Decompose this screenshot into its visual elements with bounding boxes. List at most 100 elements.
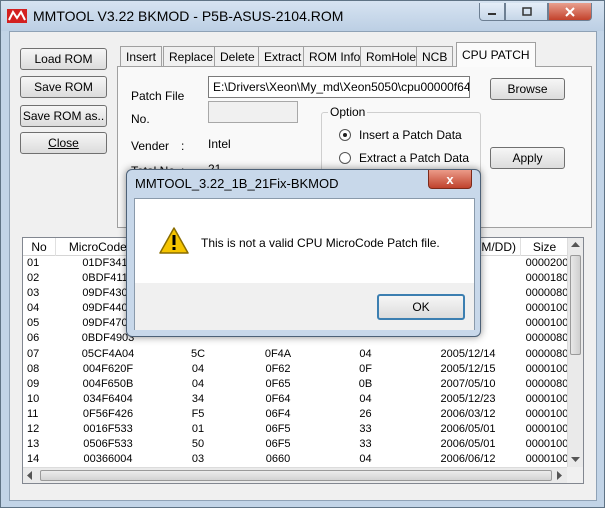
cell-date: 2005/12/14	[440, 347, 496, 360]
cell-no: 12	[27, 423, 40, 436]
tab-rom-info[interactable]: ROM Info	[303, 46, 367, 66]
browse-button[interactable]: Browse	[490, 78, 565, 100]
tab-insert[interactable]: Insert	[120, 46, 163, 66]
cell-date: 2006/03/12	[440, 407, 496, 420]
cell-no: 01	[27, 257, 40, 269]
extract-patch-radio[interactable]	[339, 152, 351, 164]
option-legend: Option	[328, 105, 368, 119]
horizontal-scroll-thumb[interactable]	[40, 470, 552, 481]
cell-no: 10	[27, 392, 40, 405]
cell-microcode-id: 05CF4A04	[81, 347, 135, 360]
save-rom-as-button[interactable]: Save ROM as..	[20, 105, 107, 127]
cell-size: 0000180	[525, 272, 569, 285]
dialog-close-button[interactable]: x	[428, 170, 472, 189]
app-logo-icon	[7, 9, 27, 23]
cell-col5: 33	[359, 423, 372, 436]
col-size[interactable]: Size	[521, 238, 569, 256]
table-row[interactable]: 10 034F6404 34 0F64 04 2005/12/23 0000100	[23, 392, 569, 407]
minimize-button[interactable]	[479, 3, 505, 21]
cell-size: 0000100	[525, 407, 569, 420]
apply-button[interactable]: Apply	[490, 147, 565, 169]
cell-date: 2006/05/01	[440, 423, 496, 436]
maximize-button[interactable]	[505, 3, 548, 21]
cell-no: 05	[27, 317, 40, 330]
cell-microcode-id: 004F620F	[82, 362, 134, 375]
cell-size: 0000080	[525, 347, 569, 360]
scroll-down-icon[interactable]	[571, 457, 580, 463]
load-rom-button[interactable]: Load ROM	[20, 48, 107, 70]
tab-delete[interactable]: Delete	[214, 46, 261, 66]
cell-size: 0000100	[525, 392, 569, 405]
scroll-right-icon[interactable]	[557, 471, 563, 480]
cell-size: 0000080	[525, 287, 569, 300]
insert-patch-radio[interactable]	[339, 129, 351, 141]
vender-colon: :	[181, 139, 185, 153]
cell-size: 0000100	[525, 302, 569, 315]
window-close-button[interactable]	[548, 3, 592, 21]
tab-romhole[interactable]: RomHole	[360, 46, 423, 66]
cell-col5: 04	[359, 392, 372, 405]
cell-no: 14	[27, 453, 40, 466]
cell-microcode-id: 0F56F426	[82, 407, 134, 420]
table-row[interactable]: 14 00366004 03 0660 04 2006/06/12 0000100	[23, 452, 569, 467]
cell-col3: 03	[191, 453, 205, 466]
cell-col5: 0F	[359, 362, 372, 375]
table-row[interactable]: 09 004F650B 04 0F65 0B 2007/05/10 0000080	[23, 377, 569, 392]
cell-date: 2005/12/23	[440, 392, 496, 405]
table-row[interactable]: 07 05CF4A04 5C 0F4A 04 2005/12/14 0000080	[23, 347, 569, 362]
cell-no: 13	[27, 438, 40, 451]
scroll-up-icon[interactable]	[571, 242, 580, 248]
tab-ncb[interactable]: NCB	[416, 46, 454, 66]
cell-microcode-id: 0016F533	[83, 423, 133, 436]
dialog-body: This is not a valid CPU MicroCode Patch …	[134, 198, 475, 330]
cell-col5: 04	[359, 347, 372, 360]
extract-patch-label: Extract a Patch Data	[359, 151, 470, 165]
col-no[interactable]: No	[23, 238, 56, 256]
table-row[interactable]: 13 0506F533 50 06F5 33 2006/05/01 0000100	[23, 437, 569, 452]
radio-selected-dot	[343, 133, 347, 137]
cell-col3: F5	[191, 407, 205, 420]
cell-no: 04	[27, 302, 40, 315]
cell-col3: 04	[191, 362, 205, 375]
cell-size: 0000200	[525, 257, 569, 269]
cell-col4: 0F64	[265, 392, 291, 405]
cell-size: 0000100	[525, 317, 569, 330]
cell-microcode-id: 00366004	[83, 453, 133, 466]
vertical-scrollbar[interactable]	[567, 238, 583, 468]
vertical-scroll-thumb[interactable]	[570, 255, 581, 355]
cell-no: 07	[27, 347, 40, 360]
ok-button[interactable]: OK	[377, 294, 465, 320]
cell-size: 0000080	[525, 332, 569, 345]
cell-no: 11	[27, 407, 39, 420]
vender-value: Intel	[208, 137, 231, 151]
tab-extract[interactable]: Extract	[258, 46, 308, 66]
cell-col5: 33	[359, 438, 372, 451]
scroll-left-icon[interactable]	[27, 471, 33, 480]
window-title: MMTOOL V3.22 BKMOD - P5B-ASUS-2104.ROM	[33, 8, 344, 24]
cell-col3: 5C	[190, 347, 206, 360]
cell-microcode-id: 004F650B	[82, 377, 134, 390]
horizontal-scrollbar[interactable]	[23, 467, 569, 483]
insert-patch-label: Insert a Patch Data	[359, 128, 462, 142]
warning-icon	[159, 227, 189, 254]
cell-no: 08	[27, 362, 40, 375]
cell-col5: 0B	[358, 377, 373, 390]
maximize-icon	[521, 7, 532, 16]
cell-no: 09	[27, 377, 40, 390]
close-button[interactable]: Close	[20, 132, 107, 154]
cell-date: 2005/12/15	[440, 362, 496, 375]
patch-no-field[interactable]	[208, 101, 298, 123]
patch-file-field[interactable]: E:\Drivers\Xeon\My_md\Xeon5050\cpu00000f…	[208, 76, 470, 98]
main-titlebar[interactable]: MMTOOL V3.22 BKMOD - P5B-ASUS-2104.ROM	[1, 1, 604, 31]
cell-size: 0000100	[525, 438, 569, 451]
scroll-corner	[567, 467, 583, 483]
table-row[interactable]: 08 004F620F 04 0F62 0F 2005/12/15 0000100	[23, 362, 569, 377]
patch-file-label: Patch File	[131, 89, 185, 103]
save-rom-button[interactable]: Save ROM	[20, 76, 107, 98]
tab-replace[interactable]: Replace	[163, 46, 220, 66]
table-row[interactable]: 12 0016F533 01 06F5 33 2006/05/01 0000100	[23, 422, 569, 437]
cell-no: 02	[27, 272, 40, 285]
close-icon: x	[446, 171, 454, 187]
table-row[interactable]: 11 0F56F426 F5 06F4 26 2006/03/12 0000100	[23, 407, 569, 422]
tab-cpu-patch[interactable]: CPU PATCH	[456, 42, 536, 67]
